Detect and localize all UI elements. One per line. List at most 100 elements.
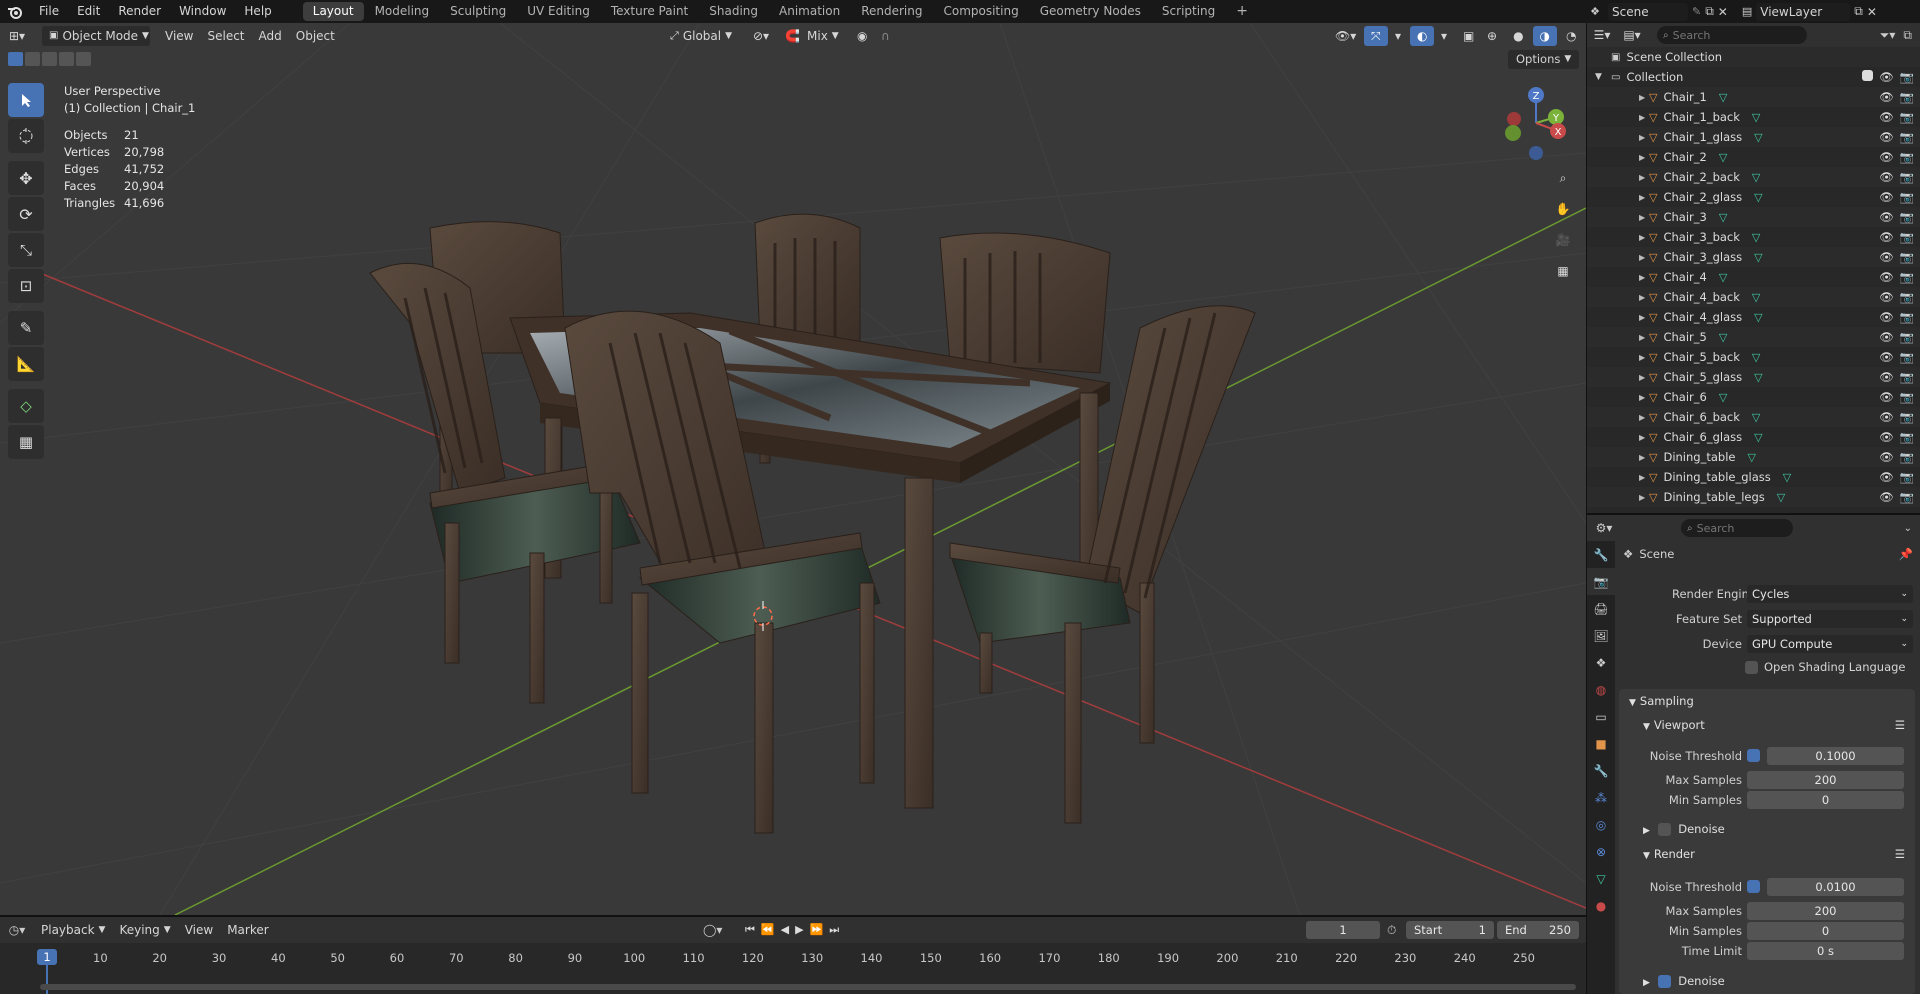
options-dropdown[interactable]: Options ▼ — [1508, 50, 1580, 69]
outliner-object-row[interactable]: ▶ ▽ Chair_6_glass ▽ 👁 📷 — [1587, 427, 1920, 447]
list-icon[interactable]: ☰ — [1895, 843, 1905, 865]
chevron-right-icon[interactable]: ▶ — [1639, 213, 1645, 222]
camera-icon[interactable]: 📷 — [1900, 230, 1914, 244]
mesh-data-icon[interactable]: ▽ — [1719, 391, 1727, 404]
chevron-right-icon[interactable]: ▶ — [1639, 253, 1645, 262]
tab-compositing[interactable]: Compositing — [933, 2, 1028, 21]
eye-icon[interactable]: 👁 — [1879, 430, 1894, 444]
r-noise-threshold-checkbox[interactable] — [1747, 880, 1760, 893]
scene-collection-row[interactable]: ▣ Scene Collection — [1587, 47, 1920, 67]
pivot-point-dropdown[interactable]: ⊘▾ — [746, 26, 776, 46]
chevron-right-icon[interactable]: ▶ — [1639, 433, 1645, 442]
move-tool-icon[interactable]: ✥ — [8, 161, 44, 195]
mesh-data-icon[interactable]: ▽ — [1752, 171, 1760, 184]
mesh-data-icon[interactable]: ▽ — [1754, 431, 1762, 444]
frame-ruler[interactable]: 10 20 30 40 50 60 70 80 90 100 110 120 130 140 150 160 1… — [0, 943, 1586, 994]
annotate-tool-icon[interactable]: ✎ — [8, 311, 44, 345]
overlays-toggle-icon[interactable]: ◐ — [1410, 25, 1435, 46]
constraints-tab-icon[interactable]: ⊗ — [1587, 838, 1615, 865]
feature-set-dropdown[interactable]: Supported ⌄ — [1747, 610, 1913, 628]
stopwatch-icon[interactable]: ⏱ — [1387, 923, 1396, 938]
chevron-right-icon[interactable]: ▶ — [1639, 373, 1645, 382]
camera-icon[interactable]: 📷 — [1900, 270, 1914, 284]
outliner-object-row[interactable]: ▶ ▽ Chair_4_glass ▽ 👁 📷 — [1587, 307, 1920, 327]
chevron-right-icon[interactable]: ▶ — [1639, 293, 1645, 302]
menu-object[interactable]: Object — [289, 26, 342, 46]
viewlayer-selector[interactable]: ViewLayer — [1756, 2, 1851, 21]
view-layer-tab-icon[interactable]: 🖼 — [1587, 622, 1615, 649]
object-mode-dropdown[interactable]: ▣ Object Mode ▼ — [42, 25, 150, 46]
osl-checkbox[interactable] — [1745, 660, 1758, 674]
add-cube-tool-icon[interactable]: ◇ — [8, 389, 44, 423]
menu-select[interactable]: Select — [200, 26, 251, 46]
chevron-right-icon[interactable]: ▶ — [1639, 153, 1645, 162]
eye-icon[interactable]: 👁 — [1879, 270, 1894, 284]
menu-render[interactable]: Render — [109, 0, 170, 23]
eye-icon[interactable]: 👁 — [1879, 410, 1894, 424]
camera-icon[interactable]: 📷 — [1900, 330, 1914, 344]
r-max-samples-field[interactable]: 200 — [1747, 902, 1904, 920]
camera-icon[interactable]: 📷 — [1900, 210, 1914, 224]
eye-icon[interactable]: 👁 — [1879, 90, 1894, 104]
particles-tab-icon[interactable]: ⁂ — [1587, 784, 1615, 811]
chevron-right-icon[interactable]: ▶ — [1639, 473, 1645, 482]
menu-playback[interactable]: Playback ▼ — [34, 920, 112, 940]
chevron-right-icon[interactable]: ▶ — [1639, 493, 1645, 502]
scene-selector[interactable]: Scene — [1608, 2, 1688, 21]
mesh-data-icon[interactable]: ▽ — [1752, 291, 1760, 304]
pin-icon[interactable]: ✎ — [1692, 5, 1701, 18]
proportional-edit-icon[interactable]: ◉ — [850, 26, 874, 46]
chevron-right-icon[interactable]: ▶ — [1639, 333, 1645, 342]
collection-tab-icon[interactable]: ▭ — [1587, 703, 1615, 730]
camera-icon[interactable]: 📷 — [1900, 370, 1914, 384]
editor-type-icon[interactable]: ◷▾ — [0, 923, 34, 937]
r-min-samples-field[interactable]: 0 — [1747, 922, 1904, 940]
outliner-object-row[interactable]: ▶ ▽ Chair_1_back ▽ 👁 📷 — [1587, 107, 1920, 127]
measure-tool-icon[interactable]: 📐 — [8, 347, 44, 381]
rendered-shading-icon[interactable]: ◔ — [1559, 26, 1583, 46]
output-tab-icon[interactable]: 🖨 — [1587, 595, 1615, 622]
camera-icon[interactable]: 📷 — [1900, 310, 1914, 324]
select-extend-icon[interactable] — [25, 52, 40, 66]
mesh-data-icon[interactable]: ▽ — [1754, 131, 1762, 144]
eye-icon[interactable]: 👁 — [1879, 110, 1894, 124]
tool-tab-icon[interactable]: 🔧 — [1587, 541, 1615, 568]
mesh-data-icon[interactable]: ▽ — [1752, 411, 1760, 424]
menu-file[interactable]: File — [30, 0, 68, 23]
new-collection-icon[interactable]: ⧉ — [1903, 28, 1912, 43]
chevron-right-icon[interactable]: ▶ — [1639, 233, 1645, 242]
r-noise-threshold-field[interactable]: 0.0100 — [1767, 878, 1904, 896]
eye-icon[interactable]: 👁 — [1879, 290, 1894, 304]
camera-icon[interactable]: 📷 — [1900, 290, 1914, 304]
editor-type-icon[interactable]: ⚙▾ — [1587, 521, 1621, 535]
mesh-data-icon[interactable]: ▽ — [1752, 351, 1760, 364]
menu-view[interactable]: View — [178, 920, 220, 940]
menu-view[interactable]: View — [158, 26, 200, 46]
chevron-right-icon[interactable]: ▶ — [1639, 393, 1645, 402]
denoise-checkbox[interactable] — [1657, 823, 1671, 836]
chevron-right-icon[interactable]: ▶ — [1639, 413, 1645, 422]
new-viewlayer-icon[interactable]: ⧉ — [1854, 4, 1863, 19]
eye-icon[interactable]: 👁 — [1879, 210, 1894, 224]
add-object-tool-icon[interactable]: ▦ — [8, 425, 44, 459]
eye-icon[interactable]: 👁 — [1879, 450, 1894, 464]
jump-end-icon[interactable]: ⏭ — [829, 923, 839, 937]
chevron-right-icon[interactable]: ▶ — [1639, 193, 1645, 202]
eye-icon[interactable]: 👁 — [1879, 490, 1894, 504]
editor-type-icon[interactable]: ⊞▾ — [0, 26, 34, 46]
gizmo-toggle-icon[interactable]: ⤧ — [1364, 25, 1388, 46]
display-mode-icon[interactable]: ▤▾ — [1617, 28, 1647, 42]
menu-edit[interactable]: Edit — [68, 0, 109, 23]
data-tab-icon[interactable]: ▽ — [1587, 865, 1615, 892]
chevron-right-icon[interactable]: ▶ — [1639, 353, 1645, 362]
play-icon[interactable]: ▶ — [795, 923, 803, 937]
select-subtract-icon[interactable] — [42, 52, 57, 66]
ortho-toggle-icon[interactable]: ▦ — [1550, 258, 1576, 284]
menu-window[interactable]: Window — [170, 0, 235, 23]
world-tab-icon[interactable]: ◍ — [1587, 676, 1615, 703]
properties-search[interactable]: ⌕ — [1681, 519, 1793, 537]
tab-shading[interactable]: Shading — [699, 2, 768, 21]
snap-mode-dropdown[interactable]: Mix ▼ — [800, 26, 846, 46]
current-frame-field[interactable]: 1 — [1306, 921, 1380, 939]
object-tab-icon[interactable]: ■ — [1587, 730, 1615, 757]
